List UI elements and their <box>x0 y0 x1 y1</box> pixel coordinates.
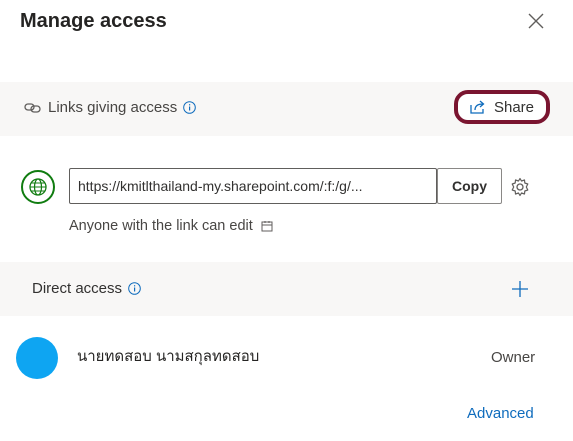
info-icon[interactable] <box>128 282 141 295</box>
link-url-field[interactable] <box>69 168 437 204</box>
calendar-icon[interactable] <box>261 220 273 232</box>
share-button[interactable]: Share <box>454 90 550 124</box>
user-name: นายทดสอบ นามสกุลทดสอบ <box>77 348 260 365</box>
dialog-title: Manage access <box>20 10 167 32</box>
advanced-link[interactable]: Advanced <box>467 405 534 422</box>
share-icon <box>470 100 485 114</box>
plus-icon[interactable] <box>511 280 529 298</box>
links-giving-access-header: Links giving access <box>24 99 197 116</box>
share-button-label: Share <box>493 98 535 116</box>
user-role[interactable]: Owner <box>491 349 535 366</box>
globe-icon <box>21 170 55 204</box>
direct-access-header: Direct access <box>32 280 141 297</box>
copy-button[interactable]: Copy <box>437 168 502 204</box>
links-giving-access-label: Links giving access <box>48 99 178 116</box>
gear-icon[interactable] <box>510 177 530 197</box>
info-icon[interactable] <box>183 101 197 114</box>
link-permission-text: Anyone with the link can edit <box>69 218 273 234</box>
close-icon[interactable] <box>527 12 545 30</box>
avatar <box>16 337 58 379</box>
direct-access-label: Direct access <box>32 280 123 297</box>
link-permission-label: Anyone with the link can edit <box>69 218 253 234</box>
link-icon <box>24 102 41 113</box>
